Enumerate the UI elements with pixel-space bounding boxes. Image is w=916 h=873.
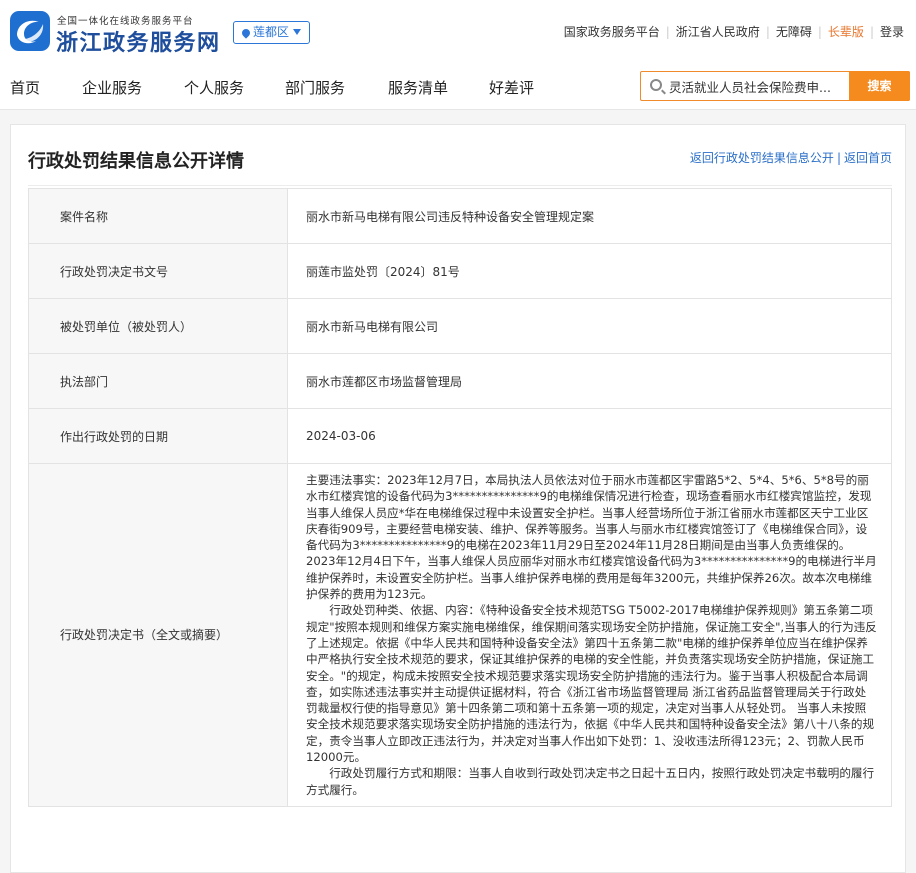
nav-service-list[interactable]: 服务清单 xyxy=(388,77,448,98)
card-links: 返回行政处罚结果信息公开 | 返回首页 xyxy=(689,151,892,165)
summary-paragraph-deadline: 行政处罚履行方式和期限：当事人自收到行政处罚决定书之日起十五日内，按照行政处罚决… xyxy=(306,766,875,797)
row-label: 案件名称 xyxy=(28,188,288,244)
row-value: 丽水市新马电梯有限公司违反特种设备安全管理规定案 xyxy=(287,188,892,244)
row-value: 丽水市新马电梯有限公司 xyxy=(287,298,892,354)
summary-paragraph-facts: 主要违法事实：2023年12月7日，本局执法人员依法对位于丽水市莲都区宇雷路5*… xyxy=(306,473,877,602)
row-label: 行政处罚决定书文号 xyxy=(28,243,288,299)
login-link[interactable]: 登录 xyxy=(874,25,910,39)
row-label: 作出行政处罚的日期 xyxy=(28,408,288,464)
table-row: 执法部门 丽水市莲都区市场监督管理局 xyxy=(28,353,892,409)
nav-home[interactable]: 首页 xyxy=(10,77,40,98)
top-header: 全国一体化在线政务服务平台 浙江政务服务网 莲都区 国家政务服务平台 | 浙江省人民… xyxy=(0,0,916,64)
table-row: 案件名称 丽水市新马电梯有限公司违反特种设备安全管理规定案 xyxy=(28,188,892,244)
table-row: 被处罚单位（被处罚人） 丽水市新马电梯有限公司 xyxy=(28,298,892,354)
zhejiang-gov-link[interactable]: 浙江省人民政府 xyxy=(670,25,766,39)
table-row: 作出行政处罚的日期 2024-03-06 xyxy=(28,408,892,464)
back-home-link[interactable]: 返回首页 xyxy=(844,151,892,165)
page-title: 行政处罚结果信息公开详情 xyxy=(28,151,244,172)
region-selector[interactable]: 莲都区 xyxy=(233,21,310,44)
detail-card: 行政处罚结果信息公开详情 返回行政处罚结果信息公开 | 返回首页 案件名称 丽水市新… xyxy=(10,124,906,873)
row-label: 执法部门 xyxy=(28,353,288,409)
top-links: 国家政务服务平台 | 浙江省人民政府 | 无障碍 | 长辈版 | 登录 xyxy=(558,23,910,40)
nav-department[interactable]: 部门服务 xyxy=(285,77,345,98)
row-label: 被处罚单位（被处罚人） xyxy=(28,298,288,354)
search-icon xyxy=(650,79,662,91)
summary-text: 主要违法事实：2023年12月7日，本局执法人员依法对位于丽水市莲都区宇雷路5*… xyxy=(287,463,892,807)
caret-down-icon xyxy=(293,29,301,35)
row-value: 丽莲市监处罚〔2024〕81号 xyxy=(287,243,892,299)
row-value: 2024-03-06 xyxy=(287,408,892,464)
nav-personal[interactable]: 个人服务 xyxy=(184,77,244,98)
nav-review[interactable]: 好差评 xyxy=(489,77,534,98)
elder-mode-link[interactable]: 长辈版 xyxy=(822,25,870,39)
summary-paragraph-penalty: 行政处罚种类、依据、内容：《特种设备安全技术规范TSG T5002-2017电梯… xyxy=(306,603,877,765)
row-value: 丽水市莲都区市场监督管理局 xyxy=(287,353,892,409)
search-button[interactable]: 搜索 xyxy=(849,71,910,101)
accessibility-link[interactable]: 无障碍 xyxy=(770,25,818,39)
location-pin-icon xyxy=(240,27,252,39)
search-input[interactable] xyxy=(669,77,849,95)
back-to-list-link[interactable]: 返回行政处罚结果信息公开 xyxy=(690,151,834,165)
national-platform-link[interactable]: 国家政务服务平台 xyxy=(558,25,666,39)
table-row-summary: 行政处罚决定书（全文或摘要） 主要违法事实：2023年12月7日，本局执法人员依… xyxy=(28,463,892,807)
search-box: 搜索 xyxy=(640,71,910,101)
site-logo-icon[interactable] xyxy=(10,11,50,51)
nav-enterprise[interactable]: 企业服务 xyxy=(82,77,142,98)
row-label: 行政处罚决定书（全文或摘要） xyxy=(28,463,288,807)
region-label: 莲都区 xyxy=(253,25,290,39)
table-row: 行政处罚决定书文号 丽莲市监处罚〔2024〕81号 xyxy=(28,243,892,299)
logo-title[interactable]: 浙江政务服务网 xyxy=(56,25,221,57)
divider xyxy=(28,185,892,186)
detail-table: 案件名称 丽水市新马电梯有限公司违反特种设备安全管理规定案 行政处罚决定书文号 … xyxy=(28,188,892,807)
